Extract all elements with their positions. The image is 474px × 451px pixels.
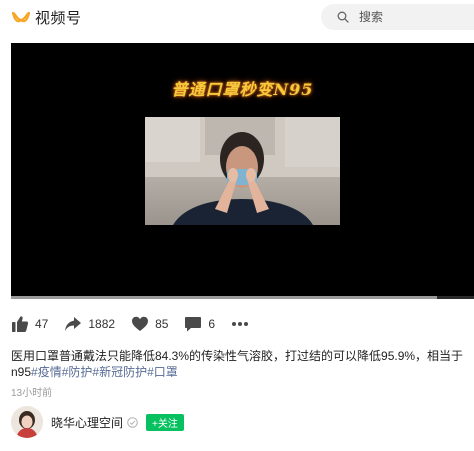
search-icon xyxy=(337,11,349,23)
action-bar: 47 1882 85 6 xyxy=(11,313,249,335)
verified-badge xyxy=(123,416,138,428)
video-still-image xyxy=(145,117,340,225)
hashtag-link[interactable]: #疫情 xyxy=(31,365,62,379)
comment-bubble-icon xyxy=(185,317,202,332)
author-avatar[interactable] xyxy=(11,406,43,438)
share-button[interactable]: 1882 xyxy=(64,315,115,333)
channels-logo-icon xyxy=(11,11,31,22)
search-input[interactable] xyxy=(359,10,459,24)
caption-text: 医用口罩普通戴法只能降低84.3%的传染性气溶胶，打过结的可以降低95.9%，相… xyxy=(11,349,464,363)
comment-count: 6 xyxy=(208,317,216,331)
post-timestamp: 13小时前 xyxy=(11,388,53,399)
thumbs-up-icon xyxy=(12,316,29,332)
video-progress-track[interactable] xyxy=(11,296,474,299)
heart-icon xyxy=(132,316,149,331)
search-box[interactable] xyxy=(321,4,474,30)
more-button[interactable] xyxy=(231,321,249,327)
like-count: 47 xyxy=(35,317,49,331)
video-player[interactable]: 普通口罩秒变N95 xyxy=(11,43,474,299)
app-name: 视频号 xyxy=(35,10,82,27)
hashtag-link[interactable]: #防护 xyxy=(62,365,93,379)
comment-button[interactable]: 6 xyxy=(184,315,215,333)
like-button[interactable]: 47 xyxy=(11,315,48,333)
avatar-image xyxy=(11,406,43,438)
share-arrow-icon xyxy=(65,317,82,331)
caption-tags-line: n95#疫情#防护#新冠防护#口罩 xyxy=(11,364,474,380)
post-caption: 医用口罩普通戴法只能降低84.3%的传染性气溶胶，打过结的可以降低95.9%，相… xyxy=(11,348,474,380)
favorite-button[interactable]: 85 xyxy=(131,315,168,333)
author-name[interactable]: 晓华心理空间 xyxy=(51,414,123,431)
hashtag-link[interactable]: #新冠防护 xyxy=(92,365,147,379)
follow-button[interactable]: +关注 xyxy=(146,413,184,431)
top-bar: 视频号 xyxy=(0,0,474,34)
app-logo[interactable]: 视频号 xyxy=(11,7,82,28)
video-overlay-title: 普通口罩秒变N95 xyxy=(171,80,314,99)
author-row: 晓华心理空间 +关注 xyxy=(11,406,184,438)
more-dots-icon xyxy=(232,322,249,326)
verified-icon xyxy=(127,416,138,428)
video-frame xyxy=(145,117,340,225)
hashtag-link[interactable]: #口罩 xyxy=(147,365,178,379)
caption-text-continued: n95 xyxy=(11,365,32,379)
favorite-count: 85 xyxy=(155,317,169,331)
share-count: 1882 xyxy=(88,317,116,331)
video-progress-fill xyxy=(11,296,437,299)
